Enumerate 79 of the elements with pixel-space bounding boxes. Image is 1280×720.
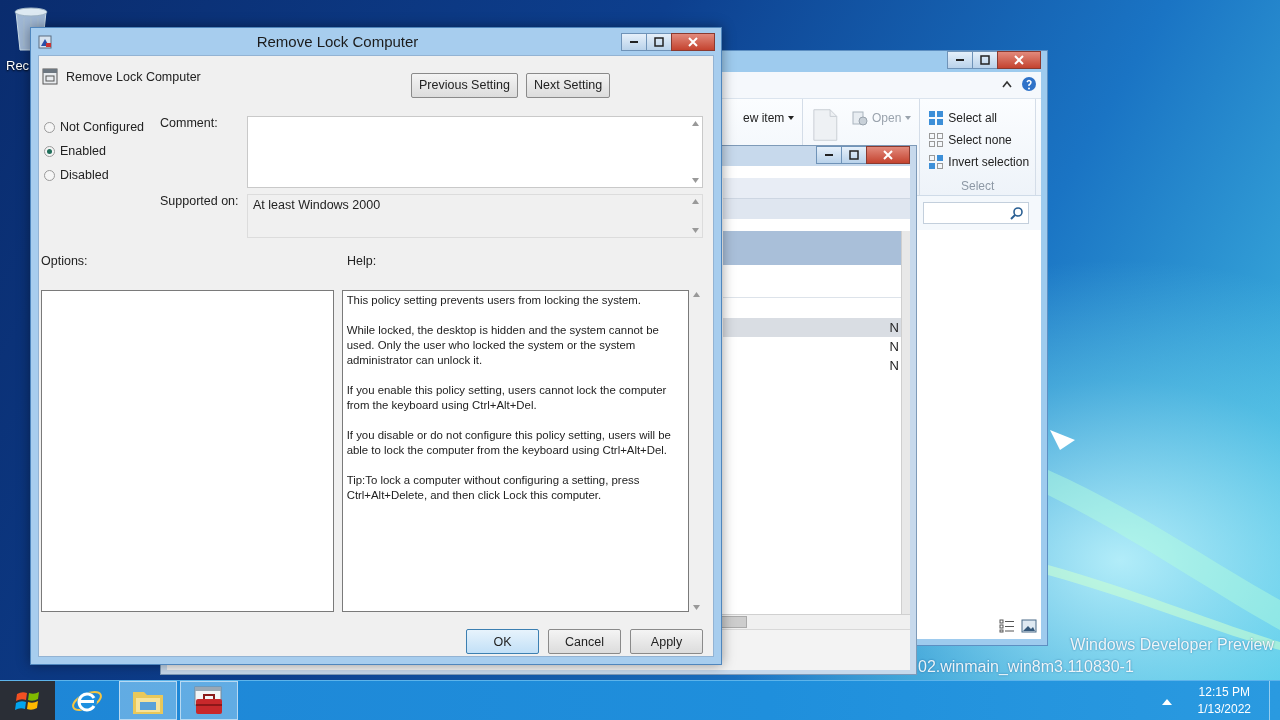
document-icon xyxy=(811,107,840,143)
maximize-icon xyxy=(654,36,664,47)
minimize-icon xyxy=(825,154,833,156)
search-field[interactable] xyxy=(923,202,1029,224)
open-icon xyxy=(852,110,868,126)
radio-button[interactable] xyxy=(44,121,55,133)
ribbon-button[interactable]: Select all xyxy=(928,107,1030,129)
list-row[interactable]: N xyxy=(723,337,901,356)
setting-icon xyxy=(42,68,58,85)
watermark-text: Windows Developer Preview xyxy=(1070,636,1274,654)
radio-label[interactable]: Disabled xyxy=(60,168,109,182)
supported-value: At least Windows 2000 xyxy=(252,197,382,214)
close-icon xyxy=(688,36,698,47)
ribbon-button[interactable]: ew item xyxy=(743,107,795,129)
maximize-button[interactable] xyxy=(646,32,672,51)
scrollbar[interactable] xyxy=(901,231,910,614)
taskbar-button[interactable] xyxy=(180,681,238,720)
close-icon xyxy=(1014,55,1024,65)
scroll-down-icon xyxy=(691,228,699,233)
help-paragraph: This policy setting prevents users from locking the system. xyxy=(346,293,643,308)
help-paragraph: If you disable or do not configure this policy setting, users will be able to lock the computer from the keyboard using Ctrl+Alt+Del. xyxy=(346,428,672,458)
nav-button[interactable]: Next Setting xyxy=(526,72,611,98)
close-button[interactable] xyxy=(866,146,910,164)
chevron-up-icon xyxy=(1001,79,1013,89)
list-row[interactable]: N xyxy=(723,318,901,337)
dialog-button[interactable]: OK xyxy=(466,629,539,654)
scroll-up-icon xyxy=(691,199,699,204)
policy-icon xyxy=(37,33,53,50)
radio-label[interactable]: Enabled xyxy=(60,144,106,158)
close-icon xyxy=(883,150,893,160)
scroll-up-icon xyxy=(692,292,700,297)
minimize-icon xyxy=(630,40,638,43)
dialog-button[interactable]: Cancel xyxy=(548,629,621,654)
maximize-button[interactable] xyxy=(841,146,867,164)
watermark-text: 02.winmain_win8m3.110830-1 xyxy=(918,658,1134,676)
minimize-button[interactable] xyxy=(947,51,973,69)
radio-button[interactable] xyxy=(44,169,55,181)
mixed-grid-icon xyxy=(928,154,945,170)
search-icon xyxy=(1010,206,1024,220)
grid-icon xyxy=(928,110,945,126)
help-paragraph: If you enable this policy setting, users cannot lock the computer from the keyboard using Ctrl+Alt+Del. xyxy=(346,383,668,413)
maximize-button[interactable] xyxy=(972,51,998,69)
radio-button[interactable] xyxy=(44,145,55,157)
close-button[interactable] xyxy=(671,32,715,51)
image-icon xyxy=(1021,618,1037,633)
group-label: Select xyxy=(960,179,996,193)
desktop-icon-label[interactable]: Rec xyxy=(6,58,30,73)
close-button[interactable] xyxy=(997,51,1041,69)
policy-name: Remove Lock Computer xyxy=(66,69,201,84)
dialog-button[interactable]: Apply xyxy=(630,629,703,654)
section-label: Help: xyxy=(347,254,377,268)
help-icon xyxy=(1021,75,1037,92)
scroll-up-icon xyxy=(691,121,699,126)
field-label: Supported on: xyxy=(160,194,240,210)
help-paragraph: Tip:To lock a computer without configuring a setting, press Ctrl+Alt+Delete, and then click Lock this computer. xyxy=(346,473,641,503)
help-paragraph: While locked, the desktop is hidden and the system cannot be used. Only the user who locked the system or the system administrator can unlock it. xyxy=(346,323,660,368)
section-label: Options: xyxy=(41,254,89,268)
ribbon-button[interactable]: Invert selection xyxy=(928,151,1030,173)
window-title: Remove Lock Computer xyxy=(255,33,420,50)
thumbnail-view-button[interactable] xyxy=(1021,618,1037,636)
details-view-button[interactable] xyxy=(999,618,1015,636)
empty-grid-icon xyxy=(928,132,945,148)
bird-drawing xyxy=(1050,430,1075,450)
list-row[interactable]: N xyxy=(723,356,901,375)
minimize-button[interactable] xyxy=(816,146,842,164)
field-label: Comment: xyxy=(160,116,219,132)
ribbon-button[interactable]: Select none xyxy=(928,129,1030,151)
start-button[interactable] xyxy=(0,681,55,720)
scroll-down-icon xyxy=(692,605,700,610)
maximize-icon xyxy=(980,55,990,65)
minimize-button[interactable] xyxy=(621,32,647,51)
chevron-up-icon xyxy=(1161,697,1172,706)
list-icon xyxy=(999,618,1015,633)
nav-button[interactable]: Previous Setting xyxy=(411,72,519,98)
comment-field[interactable] xyxy=(247,116,703,188)
minimize-icon xyxy=(956,59,964,61)
maximize-icon xyxy=(849,150,859,160)
scroll-down-icon xyxy=(691,178,699,183)
radio-label[interactable]: Not Configured xyxy=(60,120,145,134)
